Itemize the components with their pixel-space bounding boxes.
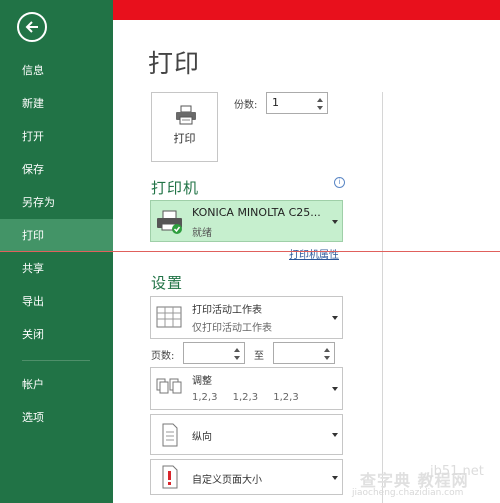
sidebar-item-account[interactable]: 帐户 xyxy=(0,368,113,401)
spin-down-icon[interactable] xyxy=(233,354,241,362)
spin-up-icon[interactable] xyxy=(233,346,241,354)
top-red-band xyxy=(113,0,500,20)
page-title: 打印 xyxy=(148,49,201,78)
orientation-title: 纵向 xyxy=(192,432,212,443)
sidebar-item-open[interactable]: 打开 xyxy=(0,120,113,153)
annotation-red-line xyxy=(0,251,500,252)
spin-down-icon[interactable] xyxy=(323,354,331,362)
printer-icon xyxy=(176,105,196,125)
chevron-down-icon xyxy=(332,387,338,391)
sidebar-divider xyxy=(22,360,90,361)
collate-dropdown[interactable]: 调整 1,2,3 1,2,3 1,2,3 xyxy=(150,367,343,410)
pages-to-label: 至 xyxy=(254,351,264,362)
portrait-page-icon xyxy=(162,423,178,447)
sidebar-item-share[interactable]: 共享 xyxy=(0,252,113,285)
sidebar-item-close[interactable]: 关闭 xyxy=(0,318,113,351)
chevron-down-icon xyxy=(332,316,338,320)
printer-properties-link[interactable]: 打印机属性 xyxy=(289,246,339,261)
print-what-dropdown[interactable]: 打印活动工作表 仅打印活动工作表 xyxy=(150,296,343,339)
custom-page-size-icon xyxy=(162,465,178,489)
watermark-site: jb51.net xyxy=(430,464,484,479)
arrow-left-icon xyxy=(25,21,38,33)
orientation-dropdown[interactable]: 纵向 xyxy=(150,414,343,455)
copies-label: 份数: xyxy=(234,100,258,111)
print-what-subtitle: 仅打印活动工作表 xyxy=(192,323,272,334)
pages-from-stepper[interactable] xyxy=(183,342,245,364)
spin-up-icon[interactable] xyxy=(323,346,331,354)
chevron-down-icon xyxy=(332,433,338,437)
chevron-down-icon xyxy=(332,220,338,224)
printer-name: KONICA MINOLTA C25... xyxy=(192,206,321,219)
printer-ready-icon xyxy=(157,210,182,234)
spin-down-icon[interactable] xyxy=(316,104,324,112)
watermark-url: jiaocheng.chazidian.com xyxy=(352,488,464,498)
sheet-grid-icon xyxy=(156,306,182,328)
collate-pages-icon xyxy=(156,378,182,394)
printer-section-title: 打印机 xyxy=(151,179,200,197)
collate-title: 调整 xyxy=(192,376,212,387)
settings-section-title: 设置 xyxy=(151,274,184,292)
printer-dropdown[interactable]: KONICA MINOLTA C25... 就绪 xyxy=(150,200,343,242)
sidebar-item-print[interactable]: 打印 xyxy=(0,219,113,252)
chevron-down-icon xyxy=(332,476,338,480)
pages-to-stepper[interactable] xyxy=(273,342,335,364)
info-icon[interactable]: i xyxy=(334,177,345,188)
print-what-title: 打印活动工作表 xyxy=(192,305,262,316)
pages-label: 页数: xyxy=(151,351,175,362)
copies-stepper[interactable]: 1 xyxy=(266,92,328,114)
panel-divider xyxy=(382,92,383,503)
print-button-label: 打印 xyxy=(173,132,196,145)
copies-value: 1 xyxy=(272,96,279,109)
sidebar-item-export[interactable]: 导出 xyxy=(0,285,113,318)
sidebar-item-info[interactable]: 信息 xyxy=(0,54,113,87)
collate-sequence: 1,2,3 1,2,3 1,2,3 xyxy=(192,392,299,403)
sidebar-item-options[interactable]: 选项 xyxy=(0,401,113,434)
spin-up-icon[interactable] xyxy=(316,96,324,104)
paper-size-dropdown[interactable]: 自定义页面大小 xyxy=(150,459,343,495)
sidebar-item-new[interactable]: 新建 xyxy=(0,87,113,120)
print-button[interactable]: 打印 xyxy=(151,92,218,162)
sidebar-item-save-as[interactable]: 另存为 xyxy=(0,186,113,219)
printer-status: 就绪 xyxy=(192,228,212,239)
back-button[interactable] xyxy=(17,12,47,42)
paper-size-title: 自定义页面大小 xyxy=(192,475,262,486)
sidebar-item-save[interactable]: 保存 xyxy=(0,153,113,186)
